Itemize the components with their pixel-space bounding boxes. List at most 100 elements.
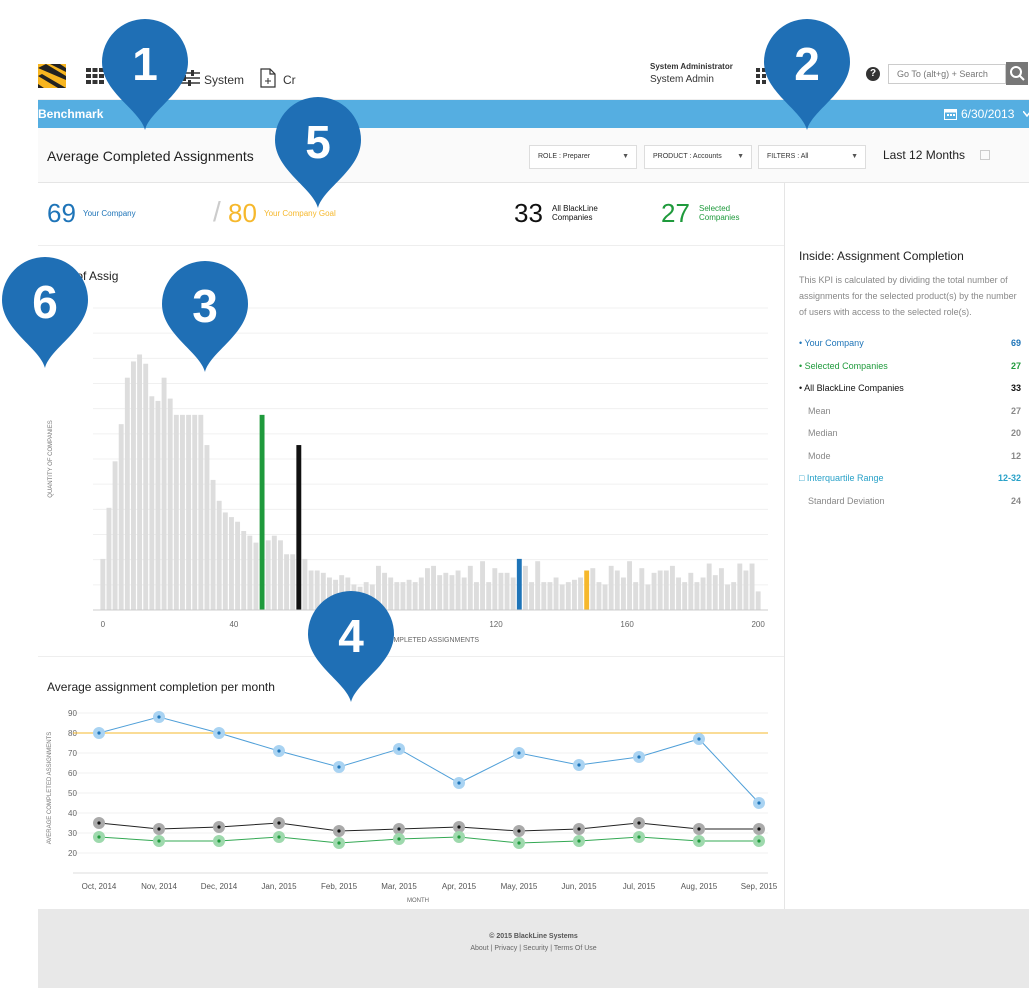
footer: © 2015 BlackLine Systems About | Privacy… — [38, 909, 1029, 988]
footer-links[interactable]: About | Privacy | Security | Terms Of Us… — [38, 945, 1029, 952]
stat-value: 33 — [1010, 383, 1021, 393]
histogram-bar — [192, 414, 198, 610]
highlight-bar-blue — [516, 558, 522, 610]
stat-value: 12 — [1010, 450, 1021, 461]
histogram-bar — [688, 572, 694, 610]
histogram-bar — [590, 568, 596, 610]
histogram-bar — [424, 568, 430, 610]
stat-value: 12-32 — [997, 473, 1021, 483]
kpi-strip: 69 Your Company / 80 Your Company Goal 3… — [38, 184, 784, 246]
histogram-bar — [180, 414, 185, 610]
role-dropdown[interactable]: ROLE : Preparer ▼ — [529, 145, 637, 169]
point-green — [217, 839, 221, 843]
point-blue — [517, 751, 521, 755]
user-role[interactable]: System Administrator — [650, 62, 733, 71]
period-calendar-icon[interactable] — [980, 150, 990, 160]
calendar-icon[interactable] — [944, 108, 957, 120]
user-name[interactable]: System Admin — [650, 74, 714, 85]
histogram-bar — [712, 575, 718, 610]
point-black — [157, 827, 161, 831]
histogram-bar — [541, 582, 547, 610]
caret-icon: ▼ — [737, 153, 744, 160]
info-sidebar: Inside: Assignment Completion This KPI i… — [784, 183, 1029, 909]
create-document-icon[interactable] — [260, 68, 276, 88]
histogram-bar — [173, 414, 179, 610]
pin-number: 3 — [192, 280, 218, 332]
stat-label: Median — [808, 428, 838, 438]
histogram-bar — [522, 565, 528, 610]
filters-dropdown[interactable]: FILTERS : All ▼ — [758, 145, 866, 169]
kpi-your-company-label: Your Company — [83, 209, 136, 218]
histogram-bar — [535, 561, 541, 610]
histogram-bar — [633, 582, 639, 610]
histogram-bar — [253, 542, 259, 610]
highlight-bar-green — [259, 414, 265, 610]
product-dropdown[interactable]: PRODUCT : Accounts ▼ — [644, 145, 752, 169]
histogram-bar — [112, 461, 118, 610]
pin-number: 6 — [32, 276, 58, 328]
point-blue — [157, 715, 161, 719]
point-green — [637, 835, 641, 839]
content-area: Average Completed Assignments ROLE : Pre… — [38, 128, 1029, 909]
histogram-bar — [737, 563, 743, 610]
point-green — [577, 839, 581, 843]
point-black — [757, 827, 761, 831]
kpi-your-company-value: 69 — [47, 198, 76, 228]
histogram-bar — [663, 570, 669, 610]
histogram-bar — [118, 424, 124, 610]
search-button[interactable] — [1006, 62, 1028, 85]
histogram-bar — [198, 414, 204, 610]
period-date[interactable]: 6/30/2013 — [961, 107, 1014, 121]
histogram-bar — [186, 414, 192, 610]
point-blue — [337, 765, 341, 769]
pin-number: 2 — [794, 38, 820, 90]
x-tick-label: 160 — [620, 620, 634, 629]
pin-number: 1 — [132, 38, 158, 90]
histogram-bar — [210, 479, 216, 610]
stat-row: Mode 12 — [799, 451, 1021, 465]
point-black — [217, 825, 221, 829]
stat-value: 20 — [1010, 428, 1021, 438]
period-label[interactable]: Last 12 Months — [883, 148, 965, 162]
histogram-bar — [241, 531, 247, 610]
chevron-down-icon[interactable] — [1023, 111, 1029, 117]
series-line-blue — [98, 716, 760, 804]
annotation-pin: 3 — [162, 261, 248, 372]
annotation-pin: 4 — [308, 591, 394, 702]
histogram-bar — [437, 575, 443, 610]
histogram-bar — [418, 577, 424, 610]
histogram-bar — [743, 570, 749, 610]
point-blue — [757, 801, 761, 805]
histogram-bar — [216, 500, 222, 610]
histogram-bar — [669, 565, 675, 610]
point-green — [157, 839, 161, 843]
point-blue — [217, 731, 221, 735]
histogram-bar — [553, 577, 559, 610]
filters-dropdown-label: FILTERS : All — [767, 153, 809, 160]
histogram-bar — [529, 582, 535, 610]
x-tick-label: Jan, 2015 — [261, 882, 297, 891]
caret-icon: ▼ — [851, 153, 858, 160]
search-input[interactable] — [888, 64, 1006, 84]
help-icon[interactable]: ? — [866, 67, 880, 81]
point-black — [457, 825, 461, 829]
histogram-bar — [400, 582, 406, 610]
caret-icon: ▼ — [622, 153, 629, 160]
distribution-chart: 04080120160200COMPLETED ASSIGNMENTSQUANT… — [48, 307, 768, 644]
app-frame: System Cr System Administrator System Ad… — [38, 46, 1029, 988]
blackline-logo[interactable] — [38, 64, 66, 88]
series-line-green — [98, 836, 759, 844]
y-axis-label: QUANTITY OF COMPANIES — [48, 420, 54, 497]
stat-label: • Selected Companies — [799, 360, 888, 371]
product-dropdown-label: PRODUCT : Accounts — [653, 153, 722, 160]
point-green — [757, 839, 761, 843]
nav-create[interactable]: Cr — [283, 73, 296, 87]
stat-label: • Your Company — [799, 338, 864, 348]
point-black — [517, 829, 521, 833]
y-tick-label: 60 — [68, 769, 77, 778]
monthly-chart: 2030405060708090Oct, 2014 Nov, 2014 Dec, 2… — [47, 709, 778, 903]
nav-system[interactable]: System — [204, 73, 244, 87]
monthly-title: Average assignment completion per month — [47, 680, 275, 694]
histogram-bar — [290, 554, 296, 610]
x-tick-label: Oct, 2014 — [82, 882, 117, 891]
